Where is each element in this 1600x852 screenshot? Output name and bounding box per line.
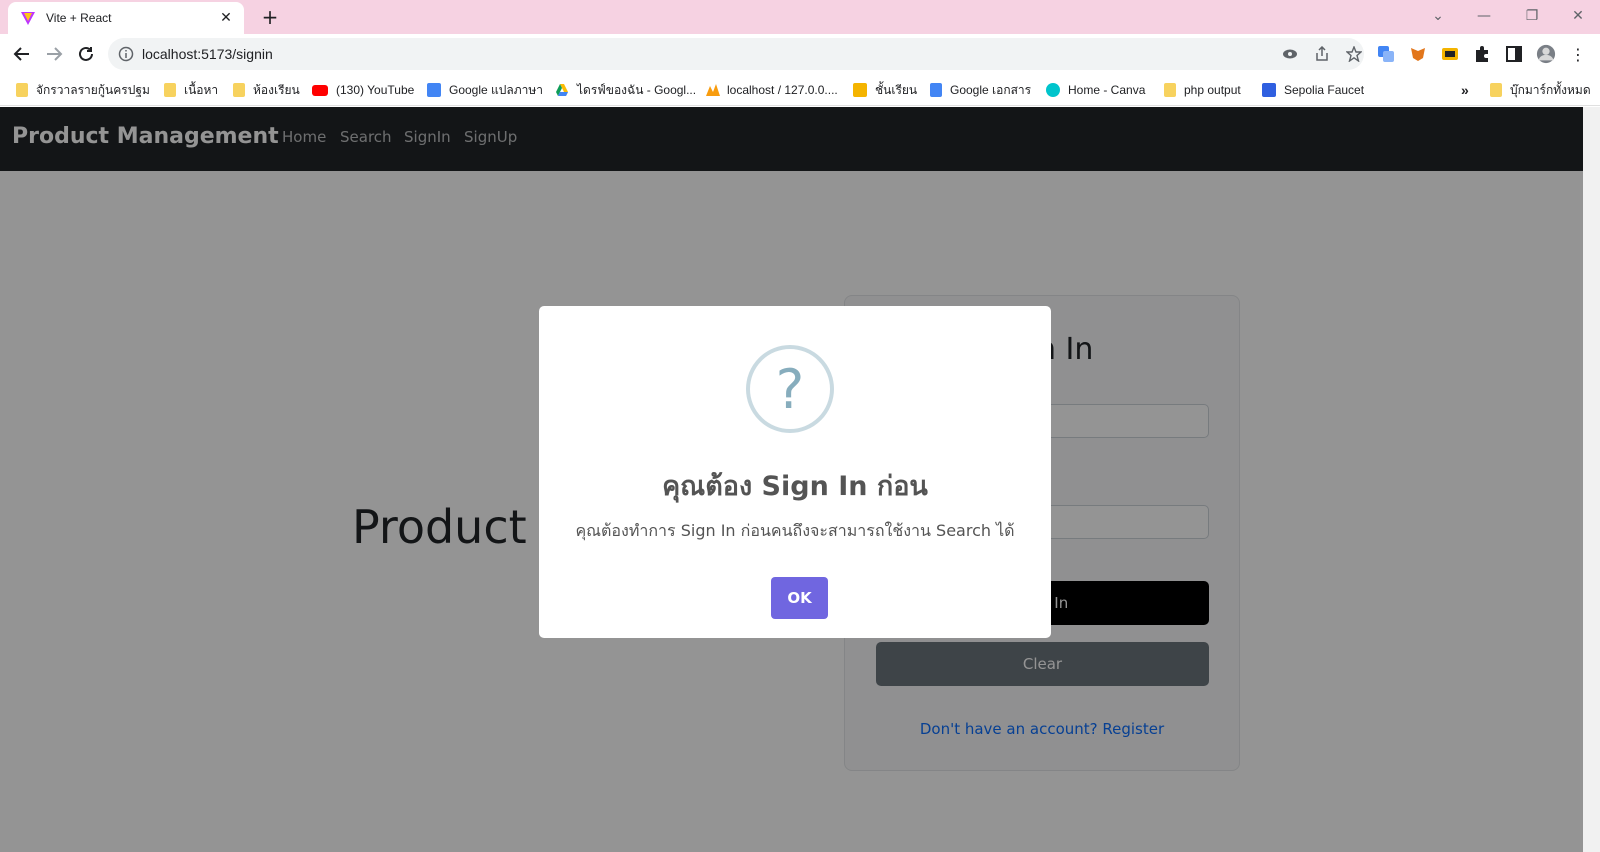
modal-message: คุณต้องทำการ Sign In ก่อนคนถึงจะสามารถใช… xyxy=(575,521,1015,540)
tab-strip: Vite + React ✕ + ⌄ — ❐ ✕ xyxy=(0,0,1600,34)
extensions-puzzle-icon[interactable] xyxy=(1472,44,1492,64)
side-panel-icon[interactable] xyxy=(1504,44,1524,64)
google-drive-icon xyxy=(555,83,569,97)
forward-icon[interactable] xyxy=(42,42,66,66)
bookmark-label: (130) YouTube xyxy=(336,83,415,97)
bookmark-item[interactable]: Sepolia Faucet xyxy=(1262,81,1364,99)
bookmark-item[interactable]: เนื้อหา xyxy=(164,81,218,99)
browser-toolbar: localhost:5173/signin ⋮ xyxy=(0,34,1600,74)
youtube-icon xyxy=(312,84,328,96)
back-icon[interactable] xyxy=(10,42,34,66)
bookmark-label: บุ๊กมาร์กทั้งหมด xyxy=(1510,82,1591,97)
bookmark-label: จักรวาลรายกู้นครปฐม xyxy=(36,82,150,97)
bookmark-item[interactable]: Google แปลภาษา xyxy=(427,81,543,99)
bookmarks-overflow-button[interactable]: » xyxy=(1461,81,1469,99)
vite-logo-icon xyxy=(20,10,36,26)
cast-extension-icon[interactable] xyxy=(1440,44,1460,64)
new-tab-button[interactable]: + xyxy=(258,6,282,30)
browser-tab-active[interactable]: Vite + React ✕ xyxy=(8,2,244,34)
alert-modal: ? คุณต้อง Sign In ก่อน คุณต้องทำการ Sign… xyxy=(539,306,1051,638)
page-scrollbar[interactable] xyxy=(1583,107,1600,852)
share-icon[interactable] xyxy=(1314,45,1330,62)
translate-extension-icon[interactable] xyxy=(1376,44,1396,64)
bookmark-item[interactable]: Home - Canva xyxy=(1046,81,1145,99)
sepolia-faucet-icon xyxy=(1262,83,1276,97)
reload-icon[interactable] xyxy=(74,42,98,66)
all-bookmarks-folder[interactable]: บุ๊กมาร์กทั้งหมด xyxy=(1490,81,1591,99)
bookmark-item[interactable]: จักรวาลรายกู้นครปฐม xyxy=(16,81,150,99)
metamask-extension-icon[interactable] xyxy=(1408,44,1428,64)
google-docs-icon xyxy=(930,83,942,97)
canva-icon xyxy=(1046,83,1060,97)
bookmark-label: ชั้นเรียน xyxy=(875,82,918,97)
bookmark-label: Google เอกสาร xyxy=(950,82,1032,97)
bookmark-label: Sepolia Faucet xyxy=(1284,83,1365,97)
bookmark-label: localhost / 127.0.0.... xyxy=(727,83,838,97)
profile-avatar-icon[interactable] xyxy=(1536,44,1556,64)
minimize-icon[interactable]: — xyxy=(1470,4,1498,28)
bookmarks-bar: จักรวาลรายกู้นครปฐม เนื้อหา ห้องเรียน (1… xyxy=(0,74,1600,106)
restore-icon[interactable]: ❐ xyxy=(1518,4,1546,28)
bookmark-item[interactable]: (130) YouTube xyxy=(312,81,414,99)
phpmyadmin-icon xyxy=(705,83,720,97)
address-bar[interactable]: localhost:5173/signin xyxy=(108,38,1364,70)
folder-icon xyxy=(16,83,28,97)
ok-button[interactable]: OK xyxy=(771,577,828,619)
bookmark-label: ห้องเรียน xyxy=(253,82,300,97)
folder-icon xyxy=(233,83,245,97)
folder-icon xyxy=(1164,83,1176,97)
folder-icon xyxy=(164,83,176,97)
url-text: localhost:5173/signin xyxy=(142,46,273,62)
bookmark-label: เนื้อหา xyxy=(184,82,219,97)
bookmark-item[interactable]: localhost / 127.0.0.... xyxy=(705,81,838,99)
bookmark-label: Google แปลภาษา xyxy=(449,82,544,97)
browser-menu-icon[interactable]: ⋮ xyxy=(1568,44,1588,64)
google-classroom-icon xyxy=(853,83,867,97)
star-icon[interactable] xyxy=(1345,45,1363,63)
bookmark-label: Home - Canva xyxy=(1068,83,1146,97)
bookmark-label: php output xyxy=(1184,83,1241,97)
question-icon: ? xyxy=(746,345,834,433)
bookmark-item[interactable]: ไดรฟ์ของฉัน - Googl... xyxy=(555,81,696,99)
bookmark-item[interactable]: Google เอกสาร xyxy=(930,81,1031,99)
close-window-icon[interactable]: ✕ xyxy=(1564,4,1592,28)
eye-icon[interactable] xyxy=(1282,46,1298,62)
page-viewport: Product Management Home Search SignIn Si… xyxy=(0,107,1583,852)
bookmark-item[interactable]: ห้องเรียน xyxy=(233,81,300,99)
modal-title: คุณต้อง Sign In ก่อน xyxy=(662,471,928,502)
tab-search-icon[interactable]: ⌄ xyxy=(1424,4,1452,28)
site-info-icon[interactable] xyxy=(118,46,134,62)
bookmark-item[interactable]: php output xyxy=(1164,81,1241,99)
bookmark-label: ไดรฟ์ของฉัน - Googl... xyxy=(577,82,697,97)
folder-icon xyxy=(1490,83,1502,97)
close-tab-icon[interactable]: ✕ xyxy=(218,10,234,26)
tab-title: Vite + React xyxy=(46,11,112,25)
google-translate-icon xyxy=(427,83,441,97)
bookmark-item[interactable]: ชั้นเรียน xyxy=(853,81,917,99)
